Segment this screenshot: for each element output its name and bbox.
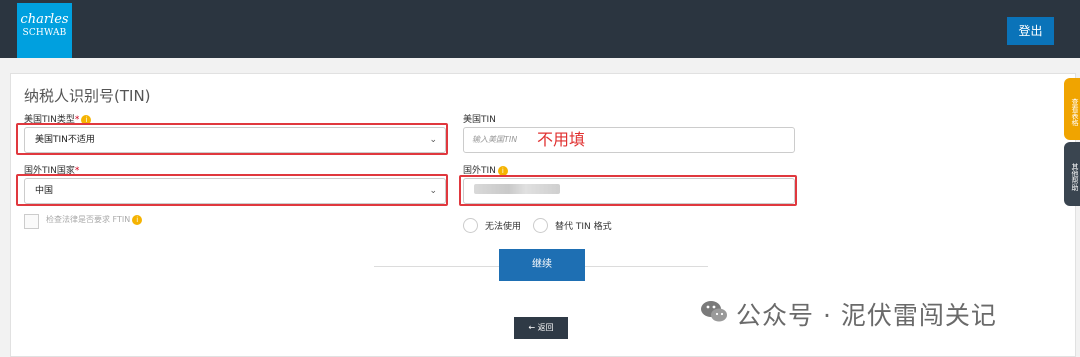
page-title: 纳税人识别号(TIN)	[24, 87, 151, 105]
back-label: 返回	[537, 323, 554, 332]
ftin-required-label: 检查法律是否要求 FTIN i	[46, 214, 143, 225]
watermark-text: 公众号 · 泥伏雷闯关记	[736, 301, 997, 330]
back-button[interactable]: ← 返回	[514, 317, 568, 339]
wechat-icon	[701, 301, 727, 322]
radio-unavailable-label: 无法使用	[485, 222, 522, 232]
radio-alt-format-label: 替代 TIN 格式	[555, 222, 612, 232]
side-tab-view-form[interactable]: 查看表格	[1064, 78, 1080, 140]
logo-text-charles: charles	[20, 12, 69, 27]
arrow-left-icon: ←	[528, 323, 536, 332]
highlight-box-foreign-tin	[459, 175, 797, 206]
info-icon[interactable]: i	[132, 214, 143, 225]
info-icon[interactable]: i	[497, 165, 508, 176]
radio-alt-format[interactable]	[533, 218, 548, 233]
us-tin-input[interactable]: 输入美国TIN	[463, 127, 795, 153]
annotation-no-need-to-fill: 不用填	[537, 130, 586, 149]
highlight-box-us-tin-type	[16, 123, 448, 155]
side-tab-other-help[interactable]: 其他帮助	[1064, 142, 1080, 206]
top-navigation-bar: charles SCHWAB 登出	[0, 0, 1080, 58]
continue-button[interactable]: 继续	[499, 249, 585, 281]
us-tin-label: 美国TIN	[463, 115, 496, 125]
schwab-logo[interactable]: charles SCHWAB	[17, 3, 72, 58]
ftin-required-checkbox[interactable]	[24, 214, 39, 229]
highlight-box-foreign-tin-country	[16, 174, 448, 206]
logo-text-schwab: SCHWAB	[22, 28, 67, 38]
logout-button[interactable]: 登出	[1007, 17, 1054, 45]
radio-unavailable[interactable]	[463, 218, 478, 233]
